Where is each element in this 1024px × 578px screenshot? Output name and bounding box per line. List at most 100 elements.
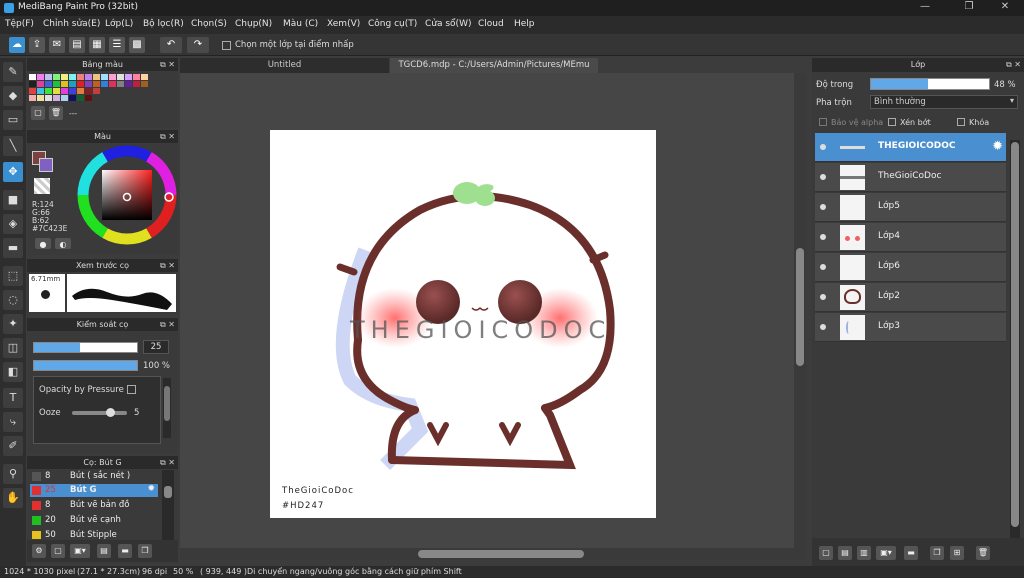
select-eraser-icon[interactable]: ◧ <box>3 362 23 382</box>
operation-tool-icon[interactable]: ⤷ <box>3 412 23 432</box>
fill-rect-tool-icon[interactable]: ■ <box>3 190 23 210</box>
menu-color[interactable]: Màu (C) <box>283 19 318 29</box>
select-layer-checkbox[interactable] <box>222 41 231 50</box>
list-icon[interactable]: ☰ <box>109 37 125 53</box>
menu-layer[interactable]: Lớp(L) <box>105 19 133 29</box>
menu-cloud[interactable]: Cloud <box>478 19 504 29</box>
redo-button[interactable]: ↷ <box>187 37 209 53</box>
layer-scrollbar[interactable] <box>1010 140 1020 540</box>
add-layer-menu-icon[interactable]: ▣▾ <box>876 546 896 560</box>
brush-opacity-slider[interactable] <box>33 360 138 371</box>
delete-layer-icon[interactable]: 🗑 <box>976 546 990 560</box>
close-icon[interactable]: ✕ <box>990 1 1020 15</box>
opacity-pressure-checkbox[interactable] <box>127 385 136 394</box>
select-pen-icon[interactable]: ◫ <box>3 338 23 358</box>
brush-settings-icon[interactable]: ✹ <box>147 484 155 494</box>
gradient-tool-icon[interactable]: ▬ <box>3 238 23 258</box>
brush-item-selected[interactable]: 25 Bút G ✹ <box>30 484 158 497</box>
bucket-tool-icon[interactable]: ◈ <box>3 214 23 234</box>
layer-opacity-slider[interactable] <box>870 78 990 90</box>
layer-item-thegioicodoc[interactable]: TheGioiCoDoc <box>815 163 1006 192</box>
cloud-icon[interactable]: ☁ <box>9 37 25 53</box>
delete-palette-icon[interactable]: 🗑 <box>49 106 63 120</box>
grid-icon[interactable]: ▩ <box>129 37 145 53</box>
add-brush-icon[interactable]: ⚙ <box>32 544 46 558</box>
eraser-tool-icon[interactable]: ◆ <box>3 86 23 106</box>
select-rect-icon[interactable]: ⬚ <box>3 266 23 286</box>
rect-tool-icon[interactable]: ▭ <box>3 110 23 130</box>
duplicate-brush-icon[interactable]: ❐ <box>138 544 152 558</box>
document-icon[interactable]: ▦ <box>89 37 105 53</box>
layer-folder-icon[interactable]: ▬ <box>904 546 918 560</box>
canvas-document[interactable]: THEGIOICODOC TheGioiCoDoc #HD247 <box>270 130 656 518</box>
hand-tool-icon[interactable]: ✋ <box>3 488 23 508</box>
brush-item[interactable]: 8 Bút ( sắc nét ) <box>30 470 158 483</box>
new-layer-1bit-icon[interactable]: ▥ <box>857 546 871 560</box>
text-tool-icon[interactable]: T <box>3 388 23 408</box>
menu-edit[interactable]: Chỉnh sửa(E) <box>43 19 100 29</box>
undo-button[interactable]: ↶ <box>160 37 182 53</box>
tab-untitled[interactable]: Untitled <box>180 58 389 73</box>
new-palette-icon[interactable]: ▢ <box>31 106 45 120</box>
line-tool-icon[interactable]: ╲ <box>3 136 23 156</box>
menu-capture[interactable]: Chụp(N) <box>235 19 272 29</box>
ooze-slider[interactable] <box>72 408 127 417</box>
comment-icon[interactable]: ✉ <box>49 37 65 53</box>
layer-item-lop4[interactable]: Lớp4 <box>815 223 1006 252</box>
layer-settings-icon[interactable]: ✹ <box>992 139 1003 154</box>
eye-icon[interactable] <box>820 174 826 180</box>
dropper-blur-icon[interactable]: ✐ <box>3 436 23 456</box>
layer-item-lop3[interactable]: Lớp3 <box>815 313 1006 342</box>
layer-item-lop6[interactable]: Lớp6 <box>815 253 1006 282</box>
brush-item[interactable]: 50 Bút Stipple <box>30 529 158 539</box>
brush-menu-icon[interactable]: ▣▾ <box>70 544 90 558</box>
brush-size-slider[interactable] <box>33 342 138 353</box>
blend-mode-select[interactable]: Bình thường ▾ <box>870 95 1018 109</box>
menu-help[interactable]: Help <box>514 19 535 29</box>
maximize-icon[interactable]: ❐ <box>954 1 984 15</box>
brush-list-scrollbar[interactable] <box>162 470 174 540</box>
brush-control-scrollbar[interactable] <box>163 378 171 438</box>
canvas-area[interactable]: THEGIOICODOC TheGioiCoDoc #HD247 <box>180 73 806 548</box>
upload-icon[interactable]: ⇪ <box>29 37 45 53</box>
brush-tool-icon[interactable]: ✎ <box>3 62 23 82</box>
lock-checkbox[interactable] <box>957 118 965 126</box>
menu-view[interactable]: Xem(V) <box>327 19 360 29</box>
duplicate-layer-icon[interactable]: ❐ <box>930 546 944 560</box>
chat-icon[interactable]: ▤ <box>69 37 85 53</box>
secondary-color-swatch[interactable] <box>39 158 53 172</box>
copy-brush-icon[interactable]: ▤ <box>97 544 111 558</box>
eye-icon[interactable] <box>820 234 826 240</box>
eye-icon[interactable] <box>820 294 826 300</box>
eye-icon[interactable] <box>820 324 826 330</box>
eye-icon[interactable] <box>820 264 826 270</box>
layer-item-lop5[interactable]: Lớp5 <box>815 193 1006 222</box>
new-layer-8bit-icon[interactable]: ▤ <box>838 546 852 560</box>
color-wheel[interactable] <box>77 145 177 245</box>
menu-tools[interactable]: Công cụ(T) <box>368 19 417 29</box>
brush-size-value[interactable]: 25 <box>143 340 169 354</box>
protect-alpha-checkbox[interactable] <box>819 118 827 126</box>
layer-item-thegioicodoc-upper[interactable]: THEGIOICODOC ✹ <box>815 133 1006 162</box>
merge-layer-icon[interactable]: ⊞ <box>950 546 964 560</box>
brush-item[interactable]: 20 Bút vẽ cạnh <box>30 514 158 527</box>
clip-checkbox[interactable] <box>888 118 896 126</box>
brush-item[interactable]: 8 Bút vẽ bản đồ <box>30 499 158 512</box>
tab-tgcd6[interactable]: TGCD6.mdp - C:/Users/Admin/Pictures/MEmu… <box>390 58 598 85</box>
minimize-icon[interactable]: — <box>910 1 940 15</box>
move-tool-icon[interactable]: ✥ <box>3 162 23 182</box>
eyedropper-icon[interactable]: ⚲ <box>3 464 23 484</box>
new-layer-icon[interactable]: ▢ <box>819 546 833 560</box>
eye-icon[interactable] <box>820 204 826 210</box>
canvas-vscrollbar[interactable] <box>794 73 806 548</box>
menu-filter[interactable]: Bộ lọc(R) <box>143 19 184 29</box>
menu-window[interactable]: Cửa sổ(W) <box>425 19 471 29</box>
color-mode-icon[interactable]: ● <box>35 238 51 249</box>
eye-icon[interactable] <box>820 144 826 150</box>
layer-item-lop2[interactable]: Lớp2 <box>815 283 1006 312</box>
new-brush-icon[interactable]: ▢ <box>51 544 65 558</box>
magic-wand-icon[interactable]: ✦ <box>3 314 23 334</box>
canvas-hscrollbar[interactable] <box>180 548 806 560</box>
menu-file[interactable]: Tệp(F) <box>5 19 34 29</box>
transparent-swatch[interactable] <box>34 178 50 194</box>
